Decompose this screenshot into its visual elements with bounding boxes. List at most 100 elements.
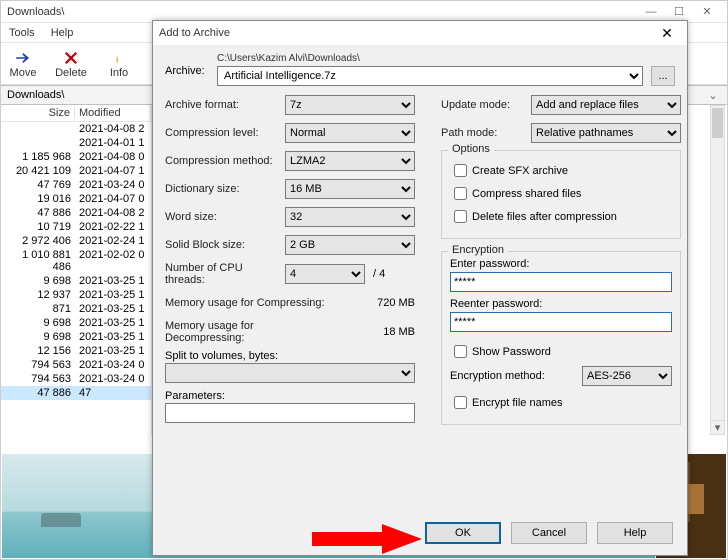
ok-button[interactable]: OK [425, 522, 501, 544]
archive-section: Archive: C:\Users\Kazim Alvi\Downloads\ … [165, 53, 675, 86]
info-button[interactable]: i Info [101, 49, 137, 79]
archive-name-input[interactable]: Artificial Intelligence.7z [217, 66, 643, 86]
dictionary-size-select[interactable]: 16 MB [285, 179, 415, 199]
cancel-button[interactable]: Cancel [511, 522, 587, 544]
help-button[interactable]: Help [597, 522, 673, 544]
cpu-threads-select[interactable]: 4 [285, 264, 365, 284]
encryption-group: Encryption Enter password: Reenter passw… [441, 251, 681, 425]
dictionary-size-label: Dictionary size: [165, 183, 285, 195]
archive-format-select[interactable]: 7z [285, 95, 415, 115]
table-row[interactable]: 10 7192021-02-22 1 [1, 220, 151, 234]
encryption-method-select[interactable]: AES-256 [582, 366, 672, 386]
table-row[interactable]: 2 972 4062021-02-24 1 [1, 234, 151, 248]
options-group: Options Create SFX archive Compress shar… [441, 150, 681, 239]
mem-compress-value: 720 MB [377, 297, 415, 309]
compression-level-select[interactable]: Normal [285, 123, 415, 143]
table-row[interactable]: 20 421 1092021-04-07 1 [1, 164, 151, 178]
menu-tools[interactable]: Tools [5, 25, 39, 41]
scrollbar[interactable]: ▴ ▾ [710, 105, 725, 435]
chevron-down-icon[interactable]: ⌄ [705, 89, 721, 102]
encryption-title: Encryption [448, 244, 508, 256]
cell-size: 20 421 109 [1, 164, 75, 178]
table-row[interactable]: 9 6982021-03-25 1 [1, 316, 151, 330]
encrypt-filenames-checkbox[interactable]: Encrypt file names [450, 393, 672, 412]
cell-modified: 2021-04-08 0 [75, 150, 151, 164]
dialog-close-button[interactable]: ✕ [653, 22, 681, 44]
table-row[interactable]: 9 6982021-03-25 1 [1, 330, 151, 344]
scroll-thumb[interactable] [712, 108, 723, 138]
close-button[interactable]: ✕ [693, 2, 721, 22]
right-column: Update mode:Add and replace files Path m… [441, 94, 681, 430]
browse-button[interactable]: ... [651, 66, 675, 86]
table-row[interactable]: 9 6982021-03-25 1 [1, 274, 151, 288]
mem-decompress-value: 18 MB [383, 326, 415, 338]
delete-button[interactable]: Delete [53, 49, 89, 79]
word-size-label: Word size: [165, 211, 285, 223]
scroll-down-icon[interactable]: ▾ [711, 420, 724, 434]
create-sfx-checkbox[interactable]: Create SFX archive [450, 161, 672, 180]
dialog-titlebar: Add to Archive ✕ [153, 21, 687, 45]
cell-modified: 2021-04-01 1 [75, 136, 151, 150]
archive-label: Archive: [165, 53, 217, 77]
cell-modified: 2021-03-25 1 [75, 274, 151, 288]
col-size[interactable]: Size [1, 105, 75, 121]
move-button[interactable]: Move [5, 49, 41, 79]
reenter-password-input[interactable] [450, 312, 672, 332]
compress-shared-checkbox[interactable]: Compress shared files [450, 184, 672, 203]
svg-text:i: i [116, 55, 118, 64]
table-row[interactable]: 19 0162021-04-07 0 [1, 192, 151, 206]
window-title: Downloads\ [7, 6, 64, 18]
move-label: Move [10, 67, 37, 79]
table-row[interactable]: 12 9372021-03-25 1 [1, 288, 151, 302]
cell-size: 10 719 [1, 220, 75, 234]
maximize-button[interactable]: ☐ [665, 2, 693, 22]
cell-modified: 2021-04-08 2 [75, 122, 151, 136]
table-row[interactable]: 2021-04-08 2 [1, 122, 151, 136]
word-size-select[interactable]: 32 [285, 207, 415, 227]
show-password-checkbox[interactable]: Show Password [450, 342, 672, 361]
cell-modified: 2021-02-02 0 [75, 248, 151, 274]
split-volumes-select[interactable] [165, 363, 415, 383]
table-row[interactable]: 47 8862021-04-08 2 [1, 206, 151, 220]
cell-size: 9 698 [1, 274, 75, 288]
table-row[interactable]: 794 5632021-03-24 0 [1, 358, 151, 372]
file-list: Size Modified 2021-04-08 22021-04-01 11 … [1, 105, 152, 435]
solid-block-size-select[interactable]: 2 GB [285, 235, 415, 255]
col-modified[interactable]: Modified [75, 105, 151, 121]
archive-path: C:\Users\Kazim Alvi\Downloads\ [217, 53, 675, 64]
table-row[interactable]: 794 5632021-03-24 0 [1, 372, 151, 386]
list-header: Size Modified [1, 105, 151, 122]
cell-modified: 2021-03-25 1 [75, 288, 151, 302]
delete-after-checkbox[interactable]: Delete files after compression [450, 207, 672, 226]
table-row[interactable]: 1 010 881 4862021-02-02 0 [1, 248, 151, 274]
table-row[interactable]: 8712021-03-25 1 [1, 302, 151, 316]
table-row[interactable]: 2021-04-01 1 [1, 136, 151, 150]
cell-modified: 2021-03-24 0 [75, 178, 151, 192]
path-mode-select[interactable]: Relative pathnames [531, 123, 681, 143]
add-to-archive-dialog: Add to Archive ✕ Archive: C:\Users\Kazim… [152, 20, 688, 556]
enter-password-label: Enter password: [450, 258, 672, 270]
cell-modified: 2021-03-25 1 [75, 316, 151, 330]
enter-password-input[interactable] [450, 272, 672, 292]
cell-size [1, 136, 75, 150]
menu-help[interactable]: Help [47, 25, 78, 41]
update-mode-select[interactable]: Add and replace files [531, 95, 681, 115]
delete-label: Delete [55, 67, 87, 79]
file-rows: 2021-04-08 22021-04-01 11 185 9682021-04… [1, 122, 151, 400]
table-row[interactable]: 1 185 9682021-04-08 0 [1, 150, 151, 164]
minimize-button[interactable]: — [637, 2, 665, 22]
cell-size: 794 563 [1, 358, 75, 372]
compression-method-label: Compression method: [165, 155, 285, 167]
breadcrumb: Downloads\ [7, 89, 64, 101]
cell-modified: 2021-02-24 1 [75, 234, 151, 248]
parameters-input[interactable] [165, 403, 415, 423]
cell-size: 2 972 406 [1, 234, 75, 248]
table-row[interactable]: 47 88647 [1, 386, 151, 400]
mem-decompress-label: Memory usage for Decompressing: [165, 320, 335, 344]
cell-modified: 2021-02-22 1 [75, 220, 151, 234]
cell-modified: 2021-03-25 1 [75, 344, 151, 358]
table-row[interactable]: 47 7692021-03-24 0 [1, 178, 151, 192]
cell-modified: 2021-03-24 0 [75, 358, 151, 372]
table-row[interactable]: 12 1562021-03-25 1 [1, 344, 151, 358]
compression-method-select[interactable]: LZMA2 [285, 151, 415, 171]
